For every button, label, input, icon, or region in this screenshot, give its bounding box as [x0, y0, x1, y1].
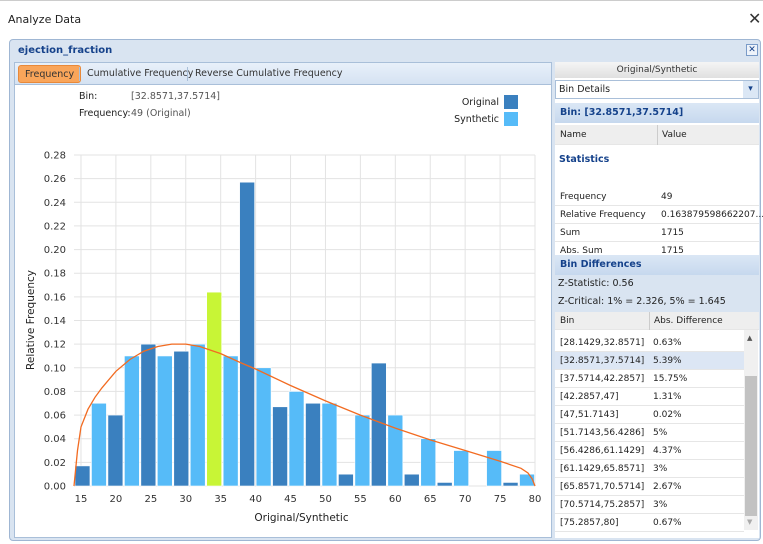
- bar-synthetic: [157, 355, 173, 487]
- y-tick-label: 0.28: [44, 151, 66, 162]
- x-tick-label: 60: [389, 494, 402, 505]
- y-tick-label: 0.14: [44, 316, 66, 327]
- bar-synthetic: [124, 355, 140, 487]
- bar-original: [173, 350, 190, 487]
- y-tick-label: 0.26: [44, 174, 66, 185]
- x-tick-label: 20: [110, 494, 123, 505]
- x-tick-label: 30: [179, 494, 192, 505]
- y-axis-label: Relative Frequency: [25, 270, 37, 370]
- bar-original: [338, 473, 354, 487]
- y-tick-label: 0.20: [44, 245, 66, 256]
- bar-original: [206, 291, 222, 487]
- bar-synthetic: [321, 402, 338, 487]
- y-tick-label: 0.24: [44, 198, 66, 209]
- y-tick-label: 0.12: [44, 340, 66, 351]
- x-axis-label: Original/Synthetic: [254, 512, 348, 524]
- histogram-chart: 0.00 0.02 0.04 0.06 0.08 0.10 0.12 0.14 0.16 0.18…: [25, 151, 542, 525]
- bar-original: [74, 465, 91, 487]
- y-tick-label: 0.16: [44, 292, 66, 303]
- bar-synthetic: [453, 450, 469, 487]
- x-tick-label: 55: [354, 494, 367, 505]
- bar-original: [436, 482, 453, 487]
- bar-synthetic: [189, 343, 206, 487]
- bar-original: [239, 181, 255, 487]
- x-tick-label: 75: [494, 494, 507, 505]
- x-tick-label: 45: [284, 494, 297, 505]
- y-tick-label: 0.06: [44, 411, 66, 422]
- x-tick-label: 50: [319, 494, 332, 505]
- y-tick-label: 0.22: [44, 221, 66, 232]
- bar-synthetic: [91, 402, 107, 487]
- bar-synthetic: [255, 367, 272, 487]
- y-tick-label: 0.10: [44, 363, 66, 374]
- x-tick-label: 25: [144, 494, 157, 505]
- x-tick-label: 35: [214, 494, 227, 505]
- x-tick-label: 80: [529, 494, 542, 505]
- bar-synthetic: [486, 450, 502, 487]
- x-tick-label: 65: [424, 494, 437, 505]
- y-tick-label: 0.18: [44, 269, 66, 280]
- bar-original: [403, 473, 420, 487]
- bar-synthetic: [354, 414, 371, 487]
- x-tick-label: 15: [75, 494, 88, 505]
- bar-synthetic: [222, 355, 239, 487]
- y-tick-label: 0.02: [44, 458, 66, 469]
- bar-original: [502, 482, 519, 487]
- bar-synthetic: [288, 391, 305, 487]
- bar-synthetic: [420, 438, 437, 487]
- bar-original: [272, 406, 288, 487]
- bar-original: [140, 343, 157, 487]
- y-tick-label: 0.04: [44, 434, 66, 445]
- bar-original: [107, 414, 124, 487]
- y-tick-label: 0.08: [44, 387, 66, 398]
- y-tick-label: 0.00: [44, 482, 66, 493]
- x-tick-label: 70: [459, 494, 472, 505]
- x-tick-label: 40: [249, 494, 262, 505]
- bar-original: [305, 402, 321, 487]
